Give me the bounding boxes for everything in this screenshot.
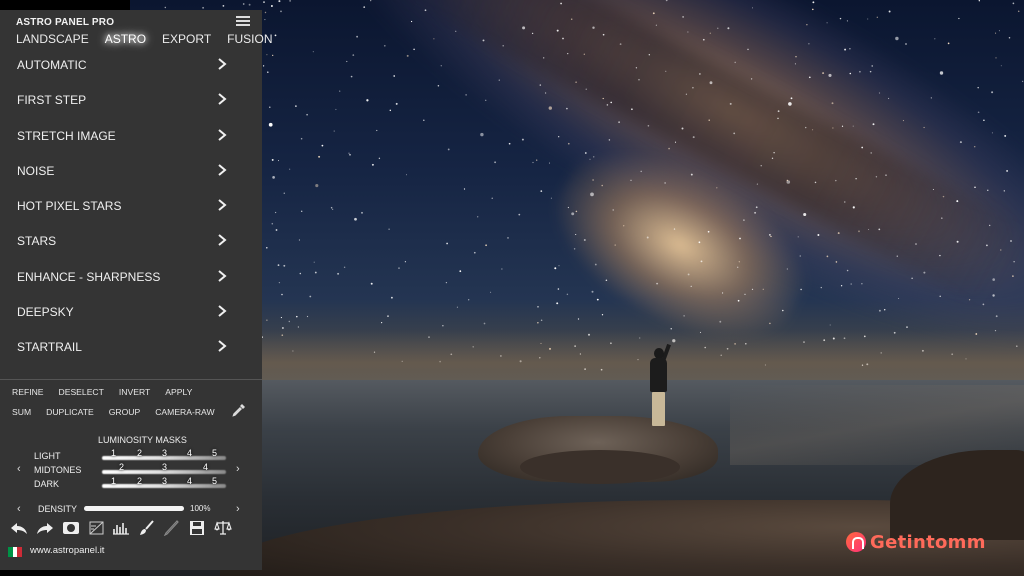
invert-button[interactable]: INVERT [119,387,150,397]
dark-label: DARK [34,479,60,489]
balance-icon[interactable] [214,520,232,536]
brush-icon[interactable] [138,520,156,536]
levels-icon[interactable] [88,520,106,536]
menu-item-noise[interactable]: NOISE [0,152,262,187]
light-level-5[interactable]: 5 [212,448,217,458]
italian-flag-icon [8,547,23,557]
watermark-text: Getintomm [870,531,986,553]
menu-item-label: HOT PIXEL STARS [17,199,122,214]
dark-level-3[interactable]: 3 [162,476,167,486]
deselect-button[interactable]: DESELECT [59,387,104,397]
dark-mask-levels: 1 2 3 4 5 [102,476,226,489]
light-level-1[interactable]: 1 [111,448,116,458]
mask-icon[interactable] [62,520,80,536]
luminosity-prev-icon[interactable]: ‹ [17,463,21,475]
tool-bar [10,520,250,536]
dark-level-1[interactable]: 1 [111,476,116,486]
panel-title: ASTRO PANEL PRO [16,17,115,28]
layer-actions: SUM DUPLICATE GROUP CAMERA-RAW [12,407,215,417]
group-button[interactable]: GROUP [109,407,141,417]
refine-button[interactable]: REFINE [12,387,44,397]
hamburger-menu-icon[interactable] [236,15,250,27]
selection-actions: REFINE DESELECT INVERT APPLY [12,387,192,397]
tab-fusion[interactable]: FUSION [227,32,272,46]
chevron-right-icon [218,234,227,247]
density-slider[interactable] [84,506,184,511]
menu-item-label: STARS [17,234,57,249]
menu-item-enhance-sharpness[interactable]: ENHANCE - SHARPNESS [0,258,262,293]
light-level-2[interactable]: 2 [137,448,142,458]
midtones-mask-levels: 2 3 4 [102,462,226,475]
star-field [130,0,1024,371]
menu-item-hot-pixel-stars[interactable]: HOT PIXEL STARS [0,187,262,222]
tab-landscape[interactable]: LANDSCAPE [16,32,89,46]
menu-item-label: AUTOMATIC [17,58,87,72]
menu-item-deepsky[interactable]: DEEPSKY [0,293,262,328]
rock-base [520,450,680,484]
save-icon[interactable] [188,520,206,536]
tab-bar: LANDSCAPE ASTRO EXPORT FUSION [16,32,273,46]
menu-item-first-step[interactable]: FIRST STEP [0,81,262,116]
astro-panel: ASTRO PANEL PRO LANDSCAPE ASTRO EXPORT F… [0,10,273,570]
dark-level-4[interactable]: 4 [187,476,192,486]
chevron-right-icon [218,93,227,106]
astro-menu: AUTOMATIC FIRST STEP STRETCH IMAGE NOISE HOT… [0,46,262,364]
menu-item-automatic[interactable]: AUTOMATIC [0,46,262,81]
menu-item-label: STARTRAIL [17,340,82,355]
chevron-right-icon [218,128,227,141]
pen-icon[interactable] [162,520,180,536]
menu-item-startrail[interactable]: STARTRAIL [0,328,262,363]
eyedropper-icon[interactable] [232,403,246,417]
menu-item-stars[interactable]: STARS [0,222,262,257]
luminosity-next-icon[interactable]: › [236,463,240,475]
undo-icon[interactable] [10,520,28,536]
midtones-level-4[interactable]: 4 [203,462,208,472]
density-value: 100% [190,504,211,513]
luminosity-masks-title: LUMINOSITY MASKS [98,435,187,445]
dark-level-2[interactable]: 2 [137,476,142,486]
chevron-right-icon [218,164,227,176]
panel-divider [0,379,262,380]
tab-astro[interactable]: ASTRO [105,32,146,46]
menu-item-stretch-image[interactable]: STRETCH IMAGE [0,117,262,152]
watermark: Getintomm [846,530,986,554]
sum-button[interactable]: SUM [12,407,31,417]
chevron-right-icon [218,305,227,317]
dark-level-5[interactable]: 5 [212,476,217,486]
redo-icon[interactable] [36,520,54,536]
menu-item-label: NOISE [17,163,55,178]
midtones-label: MIDTONES [34,465,82,475]
light-mask-levels: 1 2 3 4 5 [102,448,226,461]
person-silhouette [644,343,674,428]
histogram-icon[interactable] [112,520,130,536]
density-label: DENSITY [38,504,78,514]
chevron-right-icon [218,199,227,211]
light-level-4[interactable]: 4 [187,448,192,458]
density-next-icon[interactable]: › [236,503,240,515]
light-label: LIGHT [34,451,61,461]
midtones-level-2[interactable]: 2 [119,462,124,472]
menu-item-label: FIRST STEP [17,93,87,108]
milky-way-photo [130,0,1024,576]
menu-item-label: DEEPSKY [17,305,74,320]
website-link[interactable]: www.astropanel.it [30,545,104,556]
chevron-right-icon [218,340,227,353]
menu-item-label: ENHANCE - SHARPNESS [17,269,161,284]
camera-raw-button[interactable]: CAMERA-RAW [155,407,214,417]
midtones-level-3[interactable]: 3 [162,462,167,472]
chevron-right-icon [218,270,227,282]
chevron-right-icon [218,58,227,70]
duplicate-button[interactable]: DUPLICATE [46,407,94,417]
tab-export[interactable]: EXPORT [162,32,211,46]
density-prev-icon[interactable]: ‹ [17,503,21,515]
density-slider-fill [84,506,184,511]
menu-item-label: STRETCH IMAGE [17,128,116,143]
apply-button[interactable]: APPLY [165,387,192,397]
watermark-logo-icon [846,532,866,552]
light-level-3[interactable]: 3 [162,448,167,458]
